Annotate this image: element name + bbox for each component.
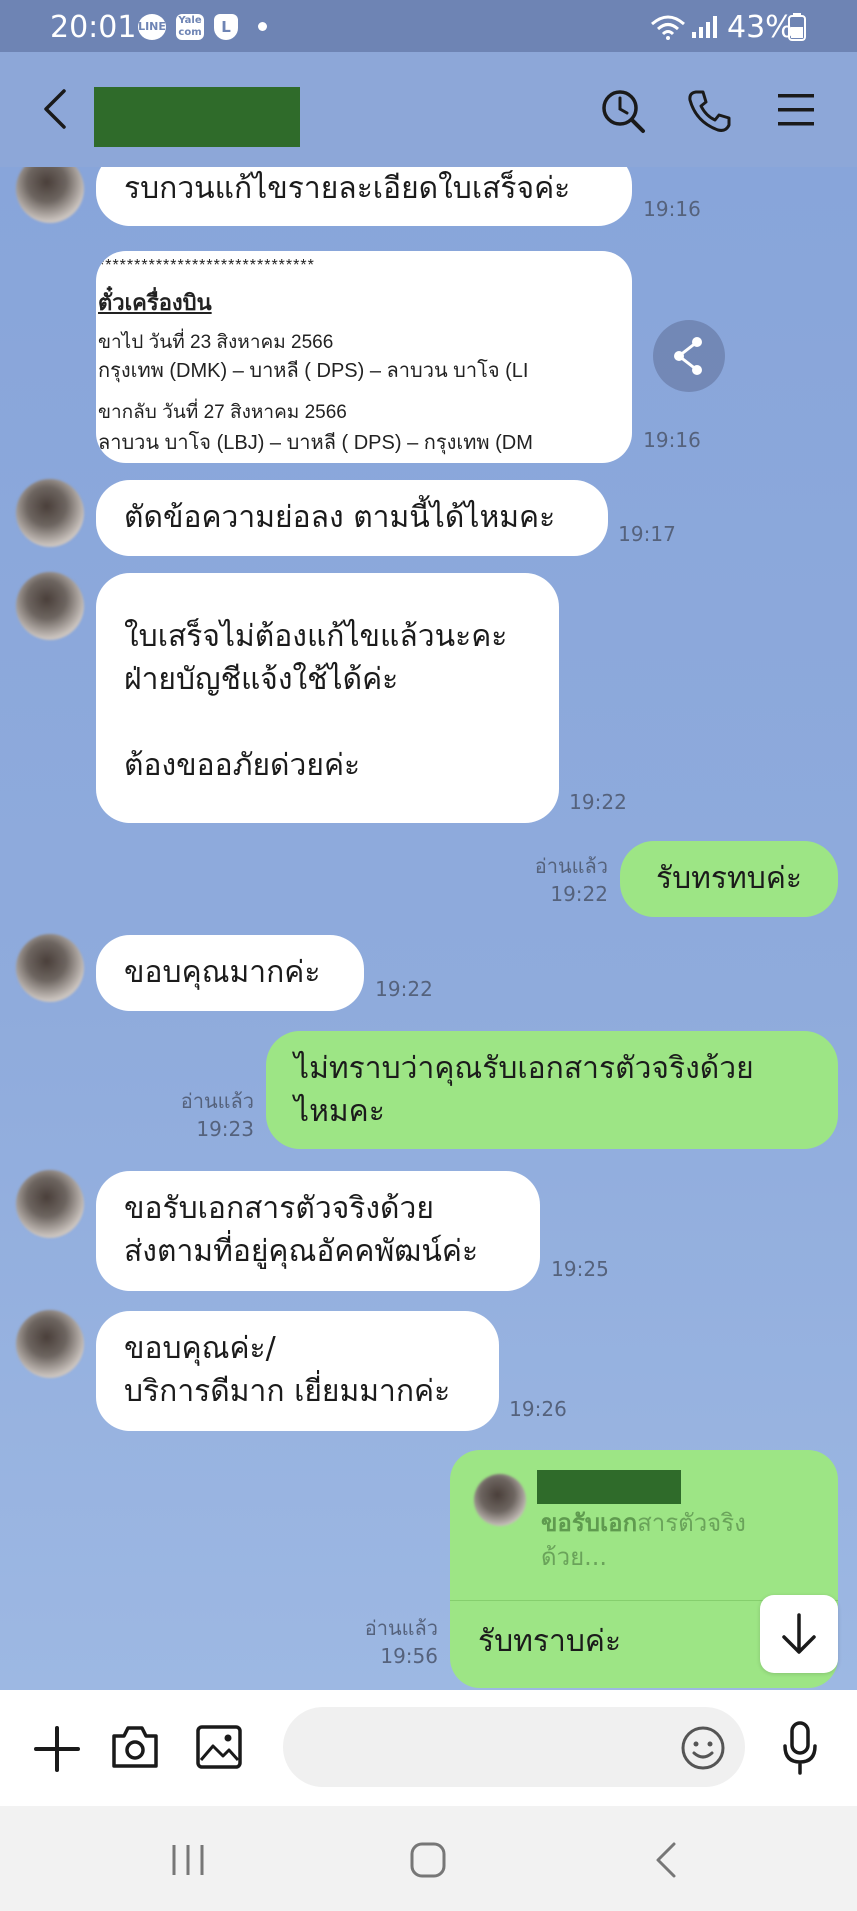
image-text-line: ลาบวน บาโจ (LBJ) – บาหลี ( DPS) – กรุงเท… xyxy=(98,432,533,454)
message-bubble-incoming[interactable]: ใบเสร็จไม่ต้องแก้ไขแล้วนะคะ ฝ่ายบัญชีแจ้… xyxy=(96,573,559,823)
emoji-icon[interactable] xyxy=(680,1725,726,1771)
battery-percent: 43% xyxy=(727,10,794,45)
message-bubble-outgoing[interactable]: รับทรทบค่ะ xyxy=(620,841,838,917)
camera-icon[interactable] xyxy=(110,1724,160,1770)
message-bubble-incoming[interactable]: ขอบคุณมากค่ะ xyxy=(96,935,364,1011)
home-icon[interactable] xyxy=(408,1840,448,1880)
avatar[interactable] xyxy=(16,934,84,1002)
message-time: 19:23 xyxy=(196,1117,254,1141)
message-bubble-incoming[interactable]: ขอบคุณค่ะ/ บริการดีมาก เยี่ยมมากค่ะ xyxy=(96,1311,499,1431)
quoted-text-highlight: ขอรับเอก xyxy=(541,1509,638,1537)
l-app-icon: L xyxy=(214,14,238,40)
avatar[interactable] xyxy=(16,479,84,547)
scroll-to-bottom-button[interactable] xyxy=(760,1595,838,1673)
message-time: 19:22 xyxy=(569,790,627,814)
image-text-line: ขาไป วันที่ 23 สิงหาคม 2566 xyxy=(98,332,334,353)
share-button[interactable] xyxy=(653,320,725,392)
more-notifications-dot xyxy=(258,22,267,31)
read-receipt: อ่านแล้ว 19:22 xyxy=(510,852,608,908)
quoted-text-line2: ด้วย... xyxy=(541,1543,608,1571)
message-time: 19:25 xyxy=(551,1257,609,1281)
message-input[interactable] xyxy=(283,1707,745,1787)
message-time: 19:56 xyxy=(380,1644,438,1668)
message-bubble-incoming[interactable]: ขอรับเอกสารตัวจริงด้วย ส่งตามที่อยู่คุณอ… xyxy=(96,1171,540,1291)
read-label: อ่านแล้ว xyxy=(364,1616,438,1640)
system-nav-bar xyxy=(0,1806,857,1911)
image-message[interactable]: ****************************** ตั๋วเครื่… xyxy=(96,251,632,463)
image-text-line: ขากลับ วันที่ 27 สิงหาคม 2566 xyxy=(98,402,347,423)
signal-icon xyxy=(692,16,717,38)
chat-area[interactable]: รบกวนแก้ไขรายละเอียดใบเสร็จค่ะ 19:16 ***… xyxy=(0,167,857,1690)
contact-name-redacted xyxy=(94,87,300,147)
search-history-icon[interactable] xyxy=(600,88,646,134)
message-bubble-outgoing[interactable]: ไม่ทราบว่าคุณรับเอกสารตัวจริงด้วย ไหมคะ xyxy=(266,1031,838,1149)
avatar[interactable] xyxy=(16,1170,84,1238)
plus-icon[interactable] xyxy=(34,1726,80,1772)
chevron-left-icon[interactable] xyxy=(40,87,70,131)
quoted-text: ขอรับเอกสารตัวจริง xyxy=(541,1506,746,1540)
recent-apps-icon[interactable] xyxy=(168,1842,208,1878)
quoted-avatar xyxy=(474,1474,526,1526)
battery-icon xyxy=(788,13,806,41)
quoted-text-rest: สารตัวจริง xyxy=(637,1509,746,1537)
image-text-line: กรุงเทพ (DMK) – บาหลี ( DPS) – ลาบวน บาโ… xyxy=(98,360,529,382)
message-bubble-incoming[interactable]: รบกวนแก้ไขรายละเอียดใบเสร็จค่ะ xyxy=(96,167,632,226)
status-bar: 20:01 LINE Yale com L 43% xyxy=(0,0,857,52)
image-icon[interactable] xyxy=(195,1724,243,1770)
avatar[interactable] xyxy=(16,167,84,223)
microphone-icon[interactable] xyxy=(780,1720,820,1776)
share-icon xyxy=(674,337,702,375)
message-bubble-incoming[interactable]: ตัดข้อความย่อลง ตามนี้ได้ไหมคะ xyxy=(96,480,608,556)
read-label: อ่านแล้ว xyxy=(180,1089,254,1113)
arrow-down-icon xyxy=(782,1613,816,1654)
image-text-line: ****************************** xyxy=(98,257,315,274)
phone-icon[interactable] xyxy=(686,88,732,134)
image-text-line: ตั๋วเครื่องบิน xyxy=(98,290,212,315)
avatar[interactable] xyxy=(16,1310,84,1378)
message-time: 19:22 xyxy=(550,882,608,906)
chat-header xyxy=(0,52,857,167)
message-time: 19:16 xyxy=(643,197,701,221)
yale-icon: Yale com xyxy=(176,14,204,40)
read-receipt: อ่านแล้ว 19:23 xyxy=(150,1087,254,1143)
back-icon[interactable] xyxy=(652,1840,682,1880)
read-receipt: อ่านแล้ว 19:56 xyxy=(340,1614,438,1670)
message-time: 19:22 xyxy=(375,977,433,1001)
message-time: 19:17 xyxy=(618,522,676,546)
menu-icon[interactable] xyxy=(776,92,816,128)
avatar[interactable] xyxy=(16,572,84,640)
message-time: 19:26 xyxy=(509,1397,567,1421)
quoted-name-redacted xyxy=(537,1470,681,1504)
wifi-icon xyxy=(651,15,685,40)
status-time: 20:01 xyxy=(50,10,137,45)
message-time: 19:16 xyxy=(643,428,701,452)
read-label: อ่านแล้ว xyxy=(534,854,608,878)
line-notification-icon: LINE xyxy=(138,14,166,40)
message-input-bar xyxy=(0,1690,857,1806)
reply-text: รับทราบค่ะ xyxy=(478,1624,622,1659)
